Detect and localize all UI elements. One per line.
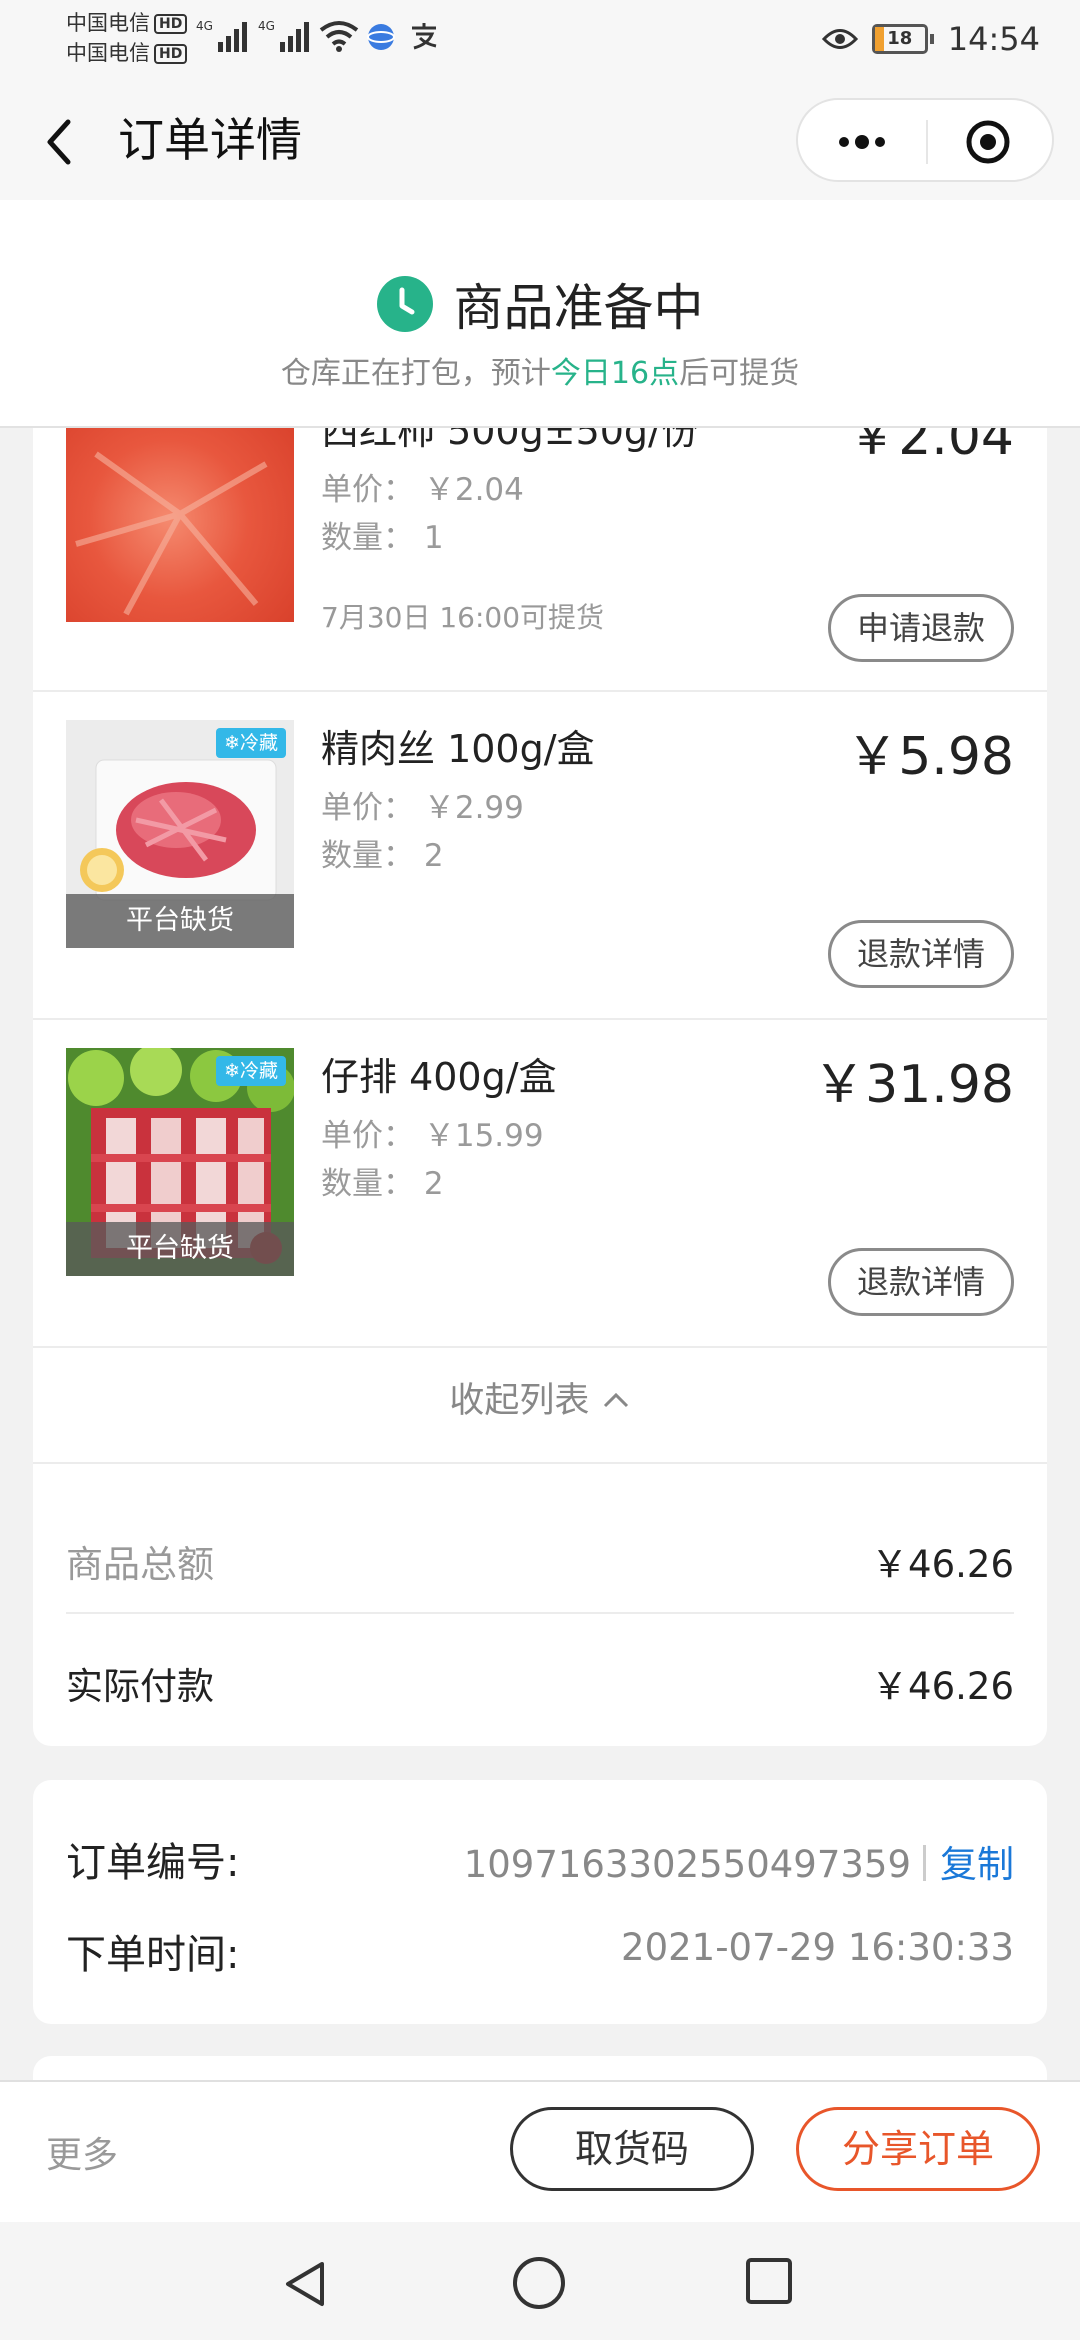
status-sub-prefix: 仓库正在打包，预计 xyxy=(280,356,551,391)
clock-time: 14:54 xyxy=(947,20,1040,58)
more-button[interactable]: 更多 xyxy=(46,2126,118,2178)
order-info-card: 订单编号: 1097163302550497359 复制 下单时间: 2021-0… xyxy=(33,1780,1047,2024)
status-sub-suffix: 后可提货 xyxy=(679,356,800,391)
svg-text:4G: 4G xyxy=(258,19,275,33)
out-of-stock-badge: 平台缺货 xyxy=(66,894,294,948)
bottom-action-bar: 更多 取货码 分享订单 xyxy=(0,2080,1080,2222)
list-item: 西红柿 500g±50g/份 ￥2.04 单价： ￥2.04 数量： 1 7月3… xyxy=(33,428,1047,690)
hd-badge-1: HD xyxy=(154,14,188,34)
item-quantity: 数量： 2 xyxy=(321,1166,444,1202)
cold-storage-tag: ❄冷藏 xyxy=(216,728,286,758)
carrier-2: 中国电信 xyxy=(66,41,150,65)
order-status-subtitle: 仓库正在打包，预计今日16点后可提货 xyxy=(0,348,1080,392)
more-dots-icon[interactable] xyxy=(832,122,892,162)
order-time-row: 下单时间: 2021-07-29 16:30:33 xyxy=(66,1922,1014,1980)
page-title: 订单详情 xyxy=(118,113,302,167)
signal-icon-2: 4G xyxy=(258,19,309,52)
items-card: 西红柿 500g±50g/份 ￥2.04 单价： ￥2.04 数量： 1 7月3… xyxy=(33,428,1047,1746)
back-icon[interactable] xyxy=(38,112,78,172)
status-sub-highlight: 今日16点 xyxy=(550,356,680,391)
battery-icon: 18 xyxy=(871,24,934,54)
divider xyxy=(66,1612,1014,1614)
item-quantity: 数量： 2 xyxy=(321,838,444,874)
pickup-code-button[interactable]: 取货码 xyxy=(510,2107,754,2191)
item-unit-price: 单价： ￥2.99 xyxy=(321,790,524,826)
order-number-row: 订单编号: 1097163302550497359 复制 xyxy=(66,1830,1014,1888)
order-number-value: 1097163302550497359 xyxy=(463,1843,911,1886)
goods-total-label: 商品总额 xyxy=(66,1543,214,1586)
carrier-1: 中国电信 xyxy=(66,11,150,35)
refund-details-button[interactable]: 退款详情 xyxy=(828,1248,1014,1316)
wifi-icon xyxy=(319,21,359,52)
pickup-note: 7月30日 16:00可提货 xyxy=(321,601,605,634)
paid-value: ￥46.26 xyxy=(871,1665,1014,1708)
list-item: ❄冷藏 平台缺货 仔排 400g/盒 ￥31.98 单价： ￥15.99 数量：… xyxy=(33,1020,1047,1346)
apply-refund-button[interactable]: 申请退款 xyxy=(828,594,1014,662)
item-name: 精肉丝 100g/盒 xyxy=(321,727,595,771)
mini-program-capsule xyxy=(796,98,1054,182)
order-number-group: 1097163302550497359 复制 xyxy=(464,1834,1014,1888)
cold-storage-tag: ❄冷藏 xyxy=(216,1056,286,1086)
divider xyxy=(33,1462,1047,1464)
copy-button[interactable]: 复制 xyxy=(940,1843,1014,1886)
nav-recent-icon[interactable] xyxy=(744,2256,794,2306)
item-unit-price: 单价： ￥2.04 xyxy=(321,472,524,508)
share-order-button[interactable]: 分享订单 xyxy=(796,2107,1040,2191)
system-navigation-bar xyxy=(0,2222,1080,2340)
item-name: 西红柿 500g±50g/份 xyxy=(321,428,699,453)
item-unit-price: 单价： ￥15.99 xyxy=(321,1118,544,1154)
signal-icon-1: 4G xyxy=(196,19,247,52)
order-status-title: 商品准备中 xyxy=(453,279,704,337)
paid-label: 实际付款 xyxy=(66,1665,214,1708)
browser-app-icon xyxy=(367,24,395,50)
item-price: ￥2.04 xyxy=(846,428,1014,467)
refund-details-button[interactable]: 退款详情 xyxy=(828,920,1014,988)
order-status-row: 商品准备中 xyxy=(0,268,1080,340)
alipay-icon xyxy=(412,23,437,50)
item-price: ￥5.98 xyxy=(846,727,1014,787)
nav-back-icon[interactable] xyxy=(278,2256,334,2312)
pork-ribs-image: ❄冷藏 平台缺货 xyxy=(66,1048,294,1276)
out-of-stock-badge: 平台缺货 xyxy=(66,1222,294,1276)
status-bar: 中国电信 HD 中国电信 HD 4G 4G 18 14:54 xyxy=(0,0,1080,80)
nav-home-icon[interactable] xyxy=(510,2254,568,2312)
chevron-up-icon xyxy=(603,1392,628,1408)
status-right: 18 14:54 xyxy=(821,14,1040,64)
target-icon[interactable] xyxy=(966,120,1010,164)
item-quantity: 数量： 1 xyxy=(321,520,444,556)
collapse-list-button[interactable]: 收起列表 xyxy=(33,1372,1047,1423)
order-time-label: 下单时间: xyxy=(66,1932,240,1978)
tomato-image xyxy=(66,428,294,622)
order-number-label: 订单编号: xyxy=(66,1840,240,1886)
goods-total-value: ￥46.26 xyxy=(871,1543,1014,1586)
nav-header: 订单详情 xyxy=(0,80,1080,200)
divider xyxy=(33,1346,1047,1348)
eye-icon xyxy=(821,29,858,49)
battery-level: 18 xyxy=(871,24,928,54)
collapse-label: 收起列表 xyxy=(449,1381,590,1421)
pork-shreds-image: ❄冷藏 平台缺货 xyxy=(66,720,294,948)
svg-text:4G: 4G xyxy=(196,19,213,33)
item-name: 仔排 400g/盒 xyxy=(321,1055,557,1099)
list-item: ❄冷藏 平台缺货 精肉丝 100g/盒 ￥5.98 单价： ￥2.99 数量： … xyxy=(33,692,1047,1018)
item-price: ￥31.98 xyxy=(813,1055,1014,1115)
carrier-info: 中国电信 HD 中国电信 HD xyxy=(66,8,188,68)
hd-badge-2: HD xyxy=(154,44,188,64)
clock-icon xyxy=(377,276,434,332)
order-status-panel: 商品准备中 仓库正在打包，预计今日16点后可提货 xyxy=(0,200,1080,428)
order-time-value: 2021-07-29 16:30:33 xyxy=(621,1926,1014,1969)
